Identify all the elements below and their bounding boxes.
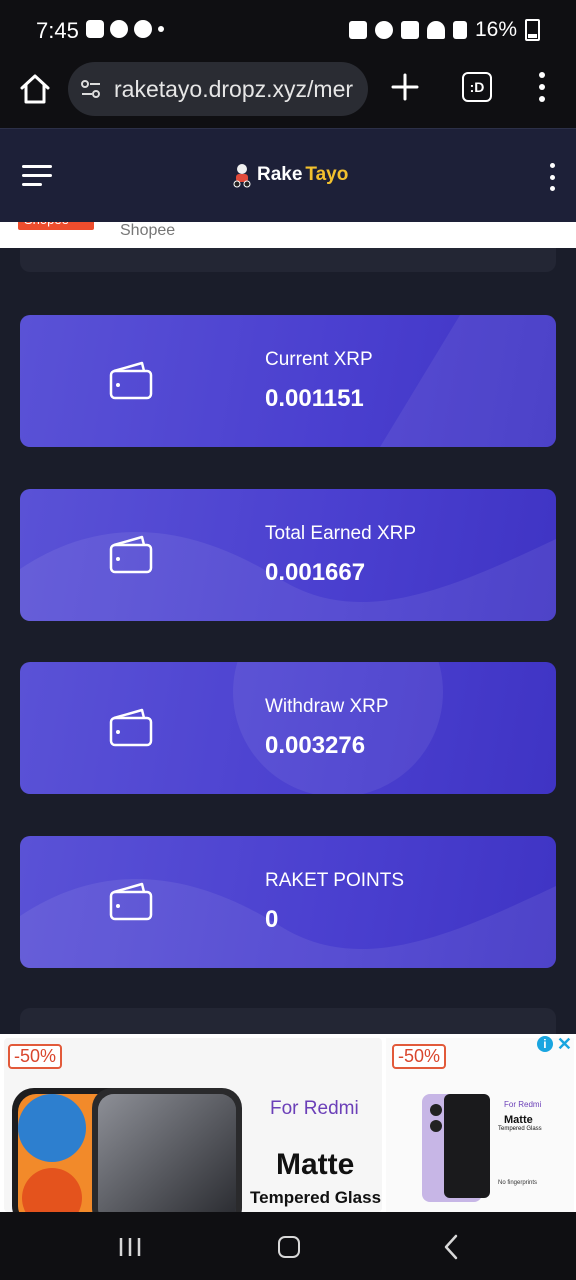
messenger-icon [134, 20, 152, 38]
previous-card [20, 248, 556, 272]
system-icons: 16% [348, 18, 540, 42]
site-settings-icon[interactable] [80, 78, 102, 100]
phone-image [422, 1094, 490, 1202]
alarm-icon [374, 21, 393, 39]
phone-image [12, 1088, 242, 1212]
ad-tempered-glass: Tempered Glass [250, 1188, 382, 1207]
next-card [20, 1008, 556, 1034]
menu-icon[interactable] [22, 165, 52, 187]
gallery-icon [86, 20, 104, 38]
tab-switcher-button[interactable]: :D [462, 72, 492, 102]
ad-no-fingerprints: No fingerprints [498, 1180, 538, 1186]
ad-banner[interactable]: -50% For Redmi Matte Tempered Glass -50% [0, 1034, 576, 1212]
ad-matte-title: Matte [276, 1148, 355, 1181]
withdraw-xrp-card: Withdraw XRP 0.003276 [20, 662, 556, 794]
wallet-icon [109, 882, 153, 921]
url-text[interactable]: raketayo.dropz.xyz/mer [114, 76, 364, 103]
status-time: 7:45 [36, 18, 79, 43]
system-nav-bar [0, 1212, 576, 1280]
ad-for-redmi: For Redmi [270, 1098, 359, 1119]
card-label: Total Earned XRP [265, 523, 417, 544]
dashboard-content: Current XRP 0.001151 Total Earned XRP 0.… [0, 248, 576, 1034]
card-decoration [233, 662, 443, 794]
battery-icon [525, 19, 540, 41]
card-decoration [20, 878, 556, 968]
shopee-logo: Shopee [18, 222, 94, 230]
total-earned-xrp-card: Total Earned XRP 0.001667 [20, 489, 556, 621]
discount-badge: -50% [8, 1044, 63, 1069]
card-label: Withdraw XRP [265, 696, 389, 717]
more-notifications-dot [158, 26, 164, 32]
notification-icons [86, 20, 164, 38]
browser-menu-icon[interactable] [538, 72, 546, 102]
ad-tempered-glass: Tempered Glass [498, 1126, 542, 1132]
battery-percent: 16% [474, 18, 517, 41]
ad-matte-title: Matte [504, 1114, 533, 1126]
back-icon[interactable] [440, 1234, 464, 1260]
nfc-icon [348, 21, 367, 39]
shopee-label[interactable]: Shopee [120, 222, 175, 240]
card-decoration [380, 315, 556, 447]
wifi-icon [426, 21, 445, 39]
card-label: RAKET POINTS [265, 870, 405, 891]
card-decoration [20, 531, 556, 621]
mascot-icon [233, 164, 251, 188]
new-tab-icon[interactable] [390, 72, 420, 102]
card-value: 0.001151 [265, 385, 364, 412]
raket-points-card: RAKET POINTS 0 [20, 836, 556, 968]
card-value: 0 [265, 906, 279, 933]
mute-icon [400, 21, 419, 39]
home-icon[interactable] [18, 72, 52, 106]
home-nav-icon[interactable] [278, 1236, 300, 1258]
ad-choices[interactable]: i ✕ [536, 1035, 572, 1053]
ad-for-redmi: For Redmi [504, 1100, 542, 1109]
shopee-strip: Shopee Shopee [0, 222, 576, 248]
status-bar: 7:45 16% [0, 0, 576, 62]
current-xrp-card: Current XRP 0.001151 [20, 315, 556, 447]
url-bar[interactable]: raketayo.dropz.xyz/mer [68, 62, 368, 116]
wallet-icon [109, 708, 153, 747]
card-value: 0.001667 [265, 559, 366, 586]
ad-left-panel[interactable]: -50% For Redmi Matte Tempered Glass [4, 1038, 382, 1212]
logo-text-rake: Rake [257, 164, 303, 185]
wallet-icon [109, 535, 153, 574]
logo-text-tayo: Tayo [305, 164, 349, 185]
info-icon[interactable]: i [536, 1036, 553, 1052]
recent-apps-icon[interactable] [118, 1236, 142, 1258]
wallet-icon [109, 361, 153, 400]
browser-toolbar: raketayo.dropz.xyz/mer :D [0, 62, 576, 128]
signal-icon [452, 21, 467, 39]
messenger-icon [110, 20, 128, 38]
card-label: Current XRP [265, 349, 373, 370]
card-value: 0.003276 [265, 732, 366, 759]
ad-right-panel[interactable]: -50% For Redmi Matte Tempered Glass No f… [386, 1038, 574, 1212]
close-icon[interactable]: ✕ [557, 1035, 572, 1053]
site-header: Rake Tayo [0, 128, 576, 223]
site-options-icon[interactable] [548, 163, 556, 191]
site-logo[interactable]: Rake Tayo [230, 162, 348, 188]
discount-badge: -50% [392, 1044, 447, 1069]
